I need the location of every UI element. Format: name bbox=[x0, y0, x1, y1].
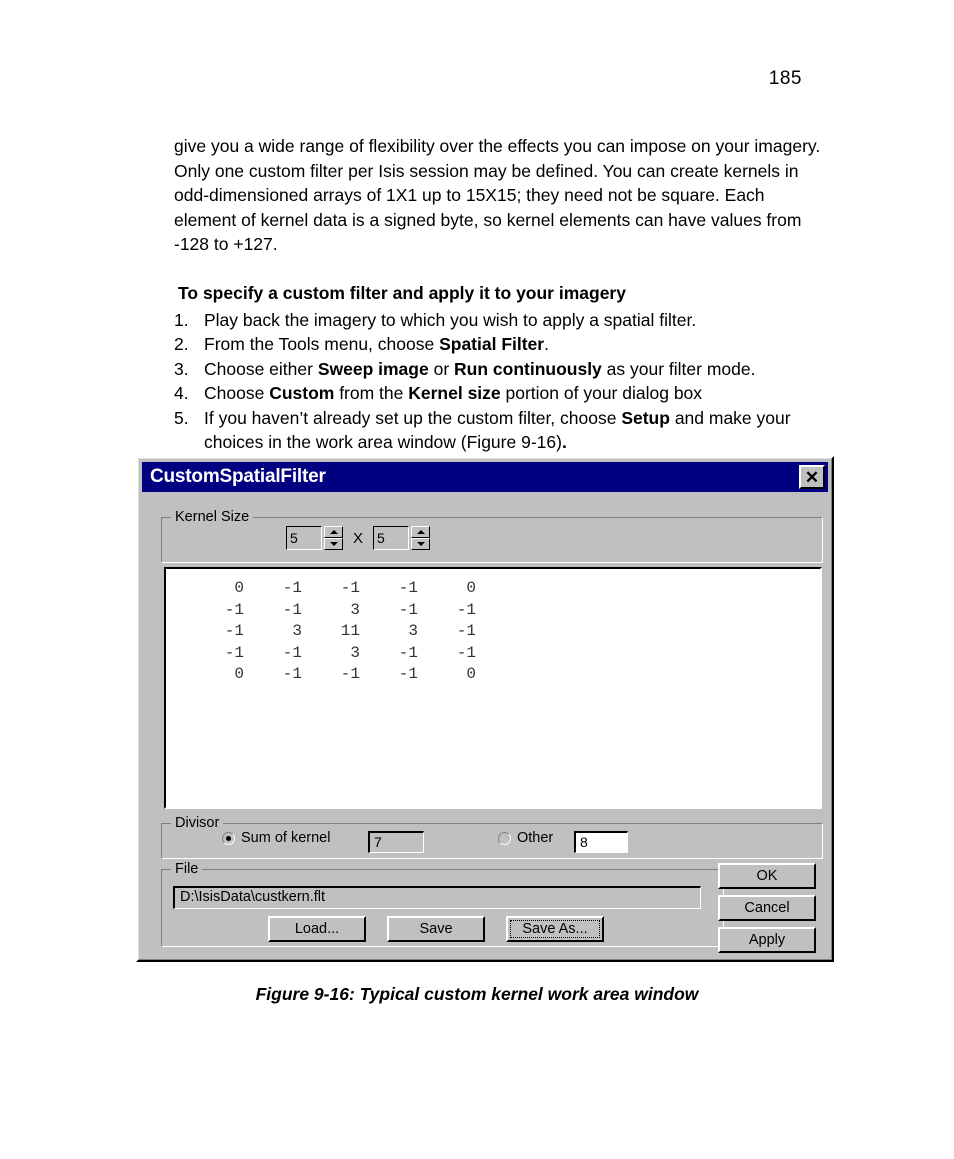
kernel-height-spin-arrows[interactable] bbox=[411, 526, 431, 550]
cancel-button[interactable]: Cancel bbox=[718, 895, 816, 921]
apply-button[interactable]: Apply bbox=[718, 927, 816, 953]
step-text: If you haven’t already set up the custom… bbox=[204, 407, 791, 453]
radio-other[interactable]: Other bbox=[498, 830, 553, 846]
kernel-matrix-cell: 0 bbox=[234, 579, 244, 597]
radio-other-label: Other bbox=[517, 830, 554, 846]
step-text: Choose Custom from the Kernel size porti… bbox=[204, 383, 703, 403]
kernel-matrix-cell: -1 bbox=[224, 600, 244, 619]
kernel-matrix-cell: -1 bbox=[398, 665, 418, 683]
file-action-buttons: Load... Save Save As... bbox=[268, 916, 604, 942]
document-body: give you a wide range of flexibility ove… bbox=[174, 134, 822, 455]
kernel-matrix-cell: -1 bbox=[224, 643, 244, 662]
list-item: 4. Choose Custom from the Kernel size po… bbox=[174, 381, 822, 406]
kernel-matrix-cell: 0 bbox=[466, 665, 476, 683]
file-group-label: File bbox=[171, 860, 203, 878]
list-item: 2. From the Tools menu, choose Spatial F… bbox=[174, 332, 822, 357]
step-number: 5. bbox=[174, 407, 189, 428]
step-number: 2. bbox=[174, 334, 189, 354]
dialog-inner-frame: CustomSpatialFilter ✕ Kernel Size 5 X 5 bbox=[138, 458, 832, 960]
divisor-controls: Sum of kernel 7 Other 8 bbox=[162, 830, 822, 854]
spin-down-icon[interactable] bbox=[324, 538, 343, 550]
kernel-matrix-cell: -1 bbox=[224, 622, 244, 640]
kernel-matrix-cell: 3 bbox=[350, 600, 360, 619]
custom-spatial-filter-dialog: CustomSpatialFilter ✕ Kernel Size 5 X 5 bbox=[136, 456, 834, 962]
kernel-matrix-cell: -1 bbox=[340, 579, 360, 597]
dialog-titlebar[interactable]: CustomSpatialFilter ✕ bbox=[142, 462, 828, 492]
kernel-matrix-cell: -1 bbox=[282, 665, 302, 683]
list-item: 1. Play back the imagery to which you wi… bbox=[174, 308, 822, 333]
kernel-matrix-grid: 0 -1 -1 -1 0 -1 -1 3 -1 -1 -1 3 11 3 -1 -1 -1 3 -1 -1 0 -1 -1-… bbox=[166, 569, 820, 686]
kernel-size-separator: X bbox=[353, 529, 364, 547]
kernel-matrix-row: 0 -1 -1 -1 0 bbox=[186, 664, 820, 686]
kernel-size-group-label: Kernel Size bbox=[171, 508, 254, 526]
step-number: 3. bbox=[174, 358, 189, 379]
kernel-size-controls: 5 X 5 bbox=[286, 526, 431, 550]
kernel-matrix-row: 0 -1 -1 -1 0 bbox=[186, 578, 820, 600]
kernel-matrix-row: -1 -1 3 -1 -1 bbox=[186, 600, 820, 622]
kernel-matrix-row: -1 3 11 3 -1 bbox=[186, 621, 820, 643]
spin-down-icon[interactable] bbox=[411, 538, 431, 550]
spin-up-icon[interactable] bbox=[324, 526, 343, 538]
ok-button[interactable]: OK bbox=[718, 863, 816, 889]
kernel-height-stepper[interactable]: 5 bbox=[373, 526, 431, 550]
save-as-button-label: Save As... bbox=[522, 921, 588, 937]
file-path-input[interactable]: D:\IsisData\custkern.flt bbox=[173, 886, 701, 909]
body-paragraph: give you a wide range of flexibility ove… bbox=[174, 136, 821, 254]
figure-caption: Figure 9-16: Typical custom kernel work … bbox=[255, 984, 699, 1004]
kernel-matrix-cell: -1 bbox=[456, 622, 476, 640]
load-button[interactable]: Load... bbox=[268, 916, 366, 942]
kernel-matrix-cell: 11 bbox=[340, 622, 360, 640]
radio-sum-of-kernel[interactable]: Sum of kernel bbox=[222, 830, 330, 846]
kernel-matrix-cell: -1 bbox=[456, 600, 476, 619]
list-item: 5. If you haven’t already set up the cus… bbox=[174, 406, 822, 455]
kernel-matrix-cell: -1 bbox=[282, 579, 302, 597]
kernel-matrix-cell: -1 bbox=[398, 579, 418, 597]
close-icon[interactable]: ✕ bbox=[799, 465, 825, 489]
divisor-group: Divisor Sum of kernel 7 Other 8 bbox=[161, 814, 823, 859]
save-button[interactable]: Save bbox=[387, 916, 485, 942]
kernel-matrix-cell: -1 bbox=[282, 643, 302, 662]
kernel-matrix-cell: -1 bbox=[456, 643, 476, 662]
kernel-size-group: Kernel Size 5 X 5 bbox=[161, 508, 823, 563]
kernel-matrix-cell: -1 bbox=[340, 665, 360, 683]
kernel-matrix-cell: -1 bbox=[282, 600, 302, 619]
kernel-matrix-cell: -1 bbox=[398, 600, 418, 619]
list-item: 3. Choose either Sweep image or Run cont… bbox=[174, 357, 822, 382]
step-text: Choose either Sweep image or Run continu… bbox=[204, 358, 756, 379]
kernel-width-stepper[interactable]: 5 bbox=[286, 526, 343, 550]
kernel-matrix-cell: -1 bbox=[398, 643, 418, 662]
step-text: From the Tools menu, choose Spatial Filt… bbox=[204, 334, 549, 354]
kernel-height-input[interactable]: 5 bbox=[373, 526, 410, 550]
radio-button-icon[interactable] bbox=[222, 831, 235, 845]
spin-up-icon[interactable] bbox=[411, 526, 431, 538]
kernel-matrix-cell: 0 bbox=[234, 665, 244, 683]
kernel-width-spin-arrows[interactable] bbox=[324, 526, 343, 550]
save-as-button[interactable]: Save As... bbox=[506, 916, 604, 942]
file-group: File D:\IsisData\custkern.flt Load... Sa… bbox=[161, 860, 724, 947]
kernel-matrix-cell: 3 bbox=[350, 643, 360, 662]
kernel-width-input[interactable]: 5 bbox=[286, 526, 322, 550]
page-number: 185 bbox=[768, 68, 802, 89]
kernel-matrix-cell: 3 bbox=[408, 622, 418, 640]
step-number: 1. bbox=[174, 309, 189, 330]
radio-button-icon[interactable] bbox=[498, 831, 511, 845]
dialog-action-buttons: OK Cancel Apply bbox=[718, 863, 816, 953]
kernel-matrix-cell: 3 bbox=[292, 622, 302, 640]
procedure-steps-list: 1. Play back the imagery to which you wi… bbox=[174, 308, 822, 455]
dialog-title: CustomSpatialFilter bbox=[150, 466, 326, 487]
kernel-matrix-row: -1 -1 3 -1 -1 bbox=[186, 643, 820, 665]
step-number: 4. bbox=[174, 383, 189, 403]
divisor-sum-value-field: 7 bbox=[368, 831, 424, 853]
divisor-other-value-field[interactable]: 8 bbox=[574, 831, 628, 853]
procedure-heading: To specify a custom filter and apply it … bbox=[178, 282, 626, 303]
step-text: Play back the imagery to which you wish … bbox=[204, 309, 697, 330]
kernel-matrix-cell: 0 bbox=[466, 579, 476, 597]
kernel-matrix-textarea[interactable]: 0 -1 -1 -1 0 -1 -1 3 -1 -1 -1 3 11 3 -1 -1 -1 3 -1 -1 0 -1 -1-… bbox=[164, 567, 822, 809]
radio-sum-of-kernel-label: Sum of kernel bbox=[241, 830, 331, 846]
